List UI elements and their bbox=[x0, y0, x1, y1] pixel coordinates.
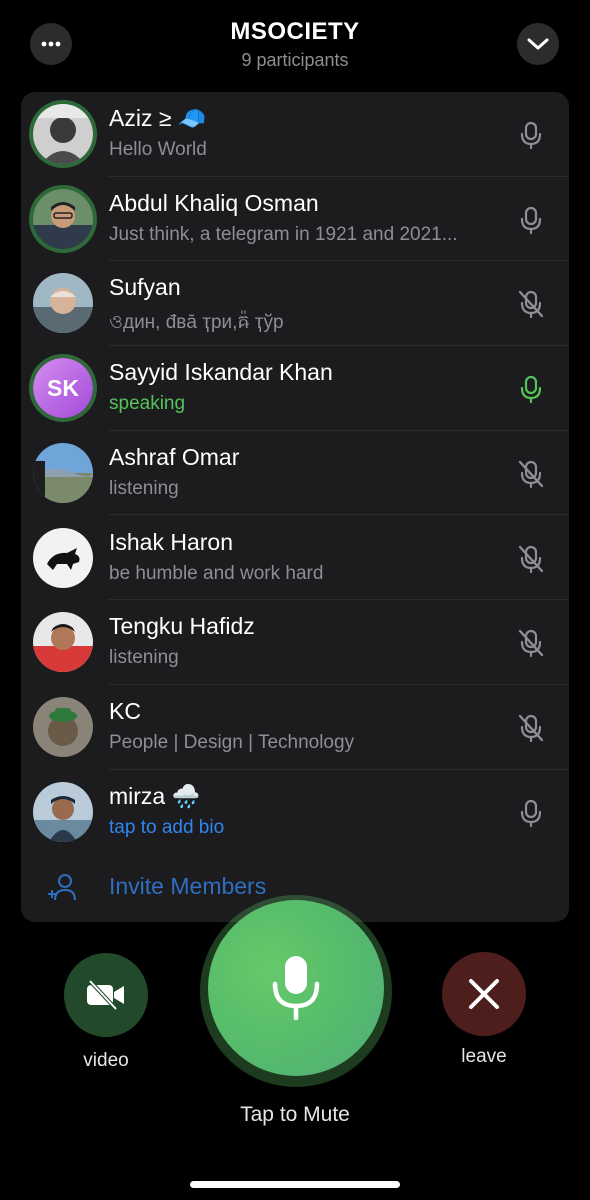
participant-name: Ishak Haron bbox=[109, 528, 234, 555]
avatar bbox=[33, 781, 93, 842]
participant-count: 9 participants bbox=[241, 50, 349, 70]
microphone-icon bbox=[272, 956, 320, 1021]
video-button[interactable] bbox=[64, 953, 148, 1037]
participant-name: Aziz ≥ 🧢 bbox=[109, 105, 207, 131]
chevron-down-icon bbox=[527, 38, 549, 50]
microphone-icon[interactable] bbox=[516, 120, 546, 150]
avatar bbox=[33, 527, 93, 588]
close-icon bbox=[469, 979, 499, 1009]
participant-row[interactable]: Ashraf Omar listening bbox=[21, 431, 569, 516]
participant-status: Hello World bbox=[109, 139, 207, 160]
mute-label: Tap to Mute bbox=[240, 1103, 350, 1126]
add-person-icon bbox=[48, 874, 76, 901]
participant-row[interactable]: Abdul Khaliq Osman Just think, a telegra… bbox=[21, 177, 569, 262]
participant-name: KC bbox=[109, 697, 141, 724]
participant-status: listening bbox=[109, 647, 179, 669]
participant-status: listening bbox=[109, 477, 179, 499]
participant-status: be humble and work hard bbox=[109, 562, 324, 584]
avatar bbox=[33, 612, 93, 673]
mute-button[interactable] bbox=[208, 900, 384, 1076]
participant-row[interactable]: SK Sayyid Iskandar Khan speaking bbox=[21, 346, 569, 431]
leave-button[interactable] bbox=[442, 952, 526, 1036]
participants-panel: Aziz ≥ 🧢 Hello World Abdul Khaliq Osman … bbox=[21, 92, 569, 922]
leave-label: leave bbox=[461, 1046, 507, 1067]
participant-name: Ashraf Omar bbox=[109, 443, 240, 470]
participant-status: People | Design | Technology bbox=[109, 731, 355, 753]
participant-name: Sayyid Iskandar Khan bbox=[109, 359, 333, 386]
avatar bbox=[33, 442, 93, 503]
participant-name: mirza 🌧️ bbox=[109, 782, 201, 809]
call-title: MSOCIETY bbox=[230, 18, 360, 45]
collapse-button[interactable] bbox=[517, 23, 559, 65]
avatar-initials: SK bbox=[33, 358, 93, 419]
muted-microphone-icon[interactable] bbox=[516, 459, 546, 489]
speaking-microphone-icon[interactable] bbox=[516, 374, 546, 404]
video-label: video bbox=[83, 1050, 129, 1071]
avatar bbox=[33, 696, 93, 757]
participant-row[interactable]: Aziz ≥ 🧢 Hello World bbox=[21, 92, 569, 177]
muted-microphone-icon[interactable] bbox=[516, 628, 546, 658]
video-off-icon bbox=[87, 979, 124, 1011]
participant-status: Just think, a telegram in 1921 and 2021.… bbox=[109, 223, 458, 245]
add-bio-link[interactable]: tap to add bio bbox=[109, 817, 224, 839]
participant-name: Abdul Khaliq Osman bbox=[109, 189, 319, 216]
microphone-icon[interactable] bbox=[516, 798, 546, 828]
participant-name: Sufyan bbox=[109, 274, 181, 301]
participant-row[interactable]: Ishak Haron be humble and work hard bbox=[21, 516, 569, 601]
avatar bbox=[33, 188, 93, 249]
avatar bbox=[33, 104, 93, 164]
avatar: SK bbox=[33, 358, 93, 419]
participant-status: speaking bbox=[109, 393, 186, 415]
muted-microphone-icon[interactable] bbox=[516, 544, 546, 574]
muted-microphone-icon[interactable] bbox=[516, 289, 546, 319]
participant-status: ওдин, đвā ҭри,ឝ៉ ҭўр bbox=[109, 312, 284, 334]
participant-row[interactable]: Sufyan ওдин, đвā ҭри,ឝ៉ ҭўр bbox=[21, 261, 569, 347]
microphone-icon[interactable] bbox=[516, 205, 546, 235]
home-indicator bbox=[190, 1181, 400, 1188]
participant-row[interactable]: mirza 🌧️ tap to add bio bbox=[21, 770, 569, 855]
invite-members-label: Invite Members bbox=[109, 873, 267, 899]
participant-name: Tengku Hafidz bbox=[109, 613, 255, 640]
muted-microphone-icon[interactable] bbox=[516, 713, 546, 743]
participant-row[interactable]: Tengku Hafidz listening bbox=[21, 600, 569, 685]
avatar bbox=[33, 273, 93, 334]
participant-row[interactable]: KC People | Design | Technology bbox=[21, 685, 569, 770]
